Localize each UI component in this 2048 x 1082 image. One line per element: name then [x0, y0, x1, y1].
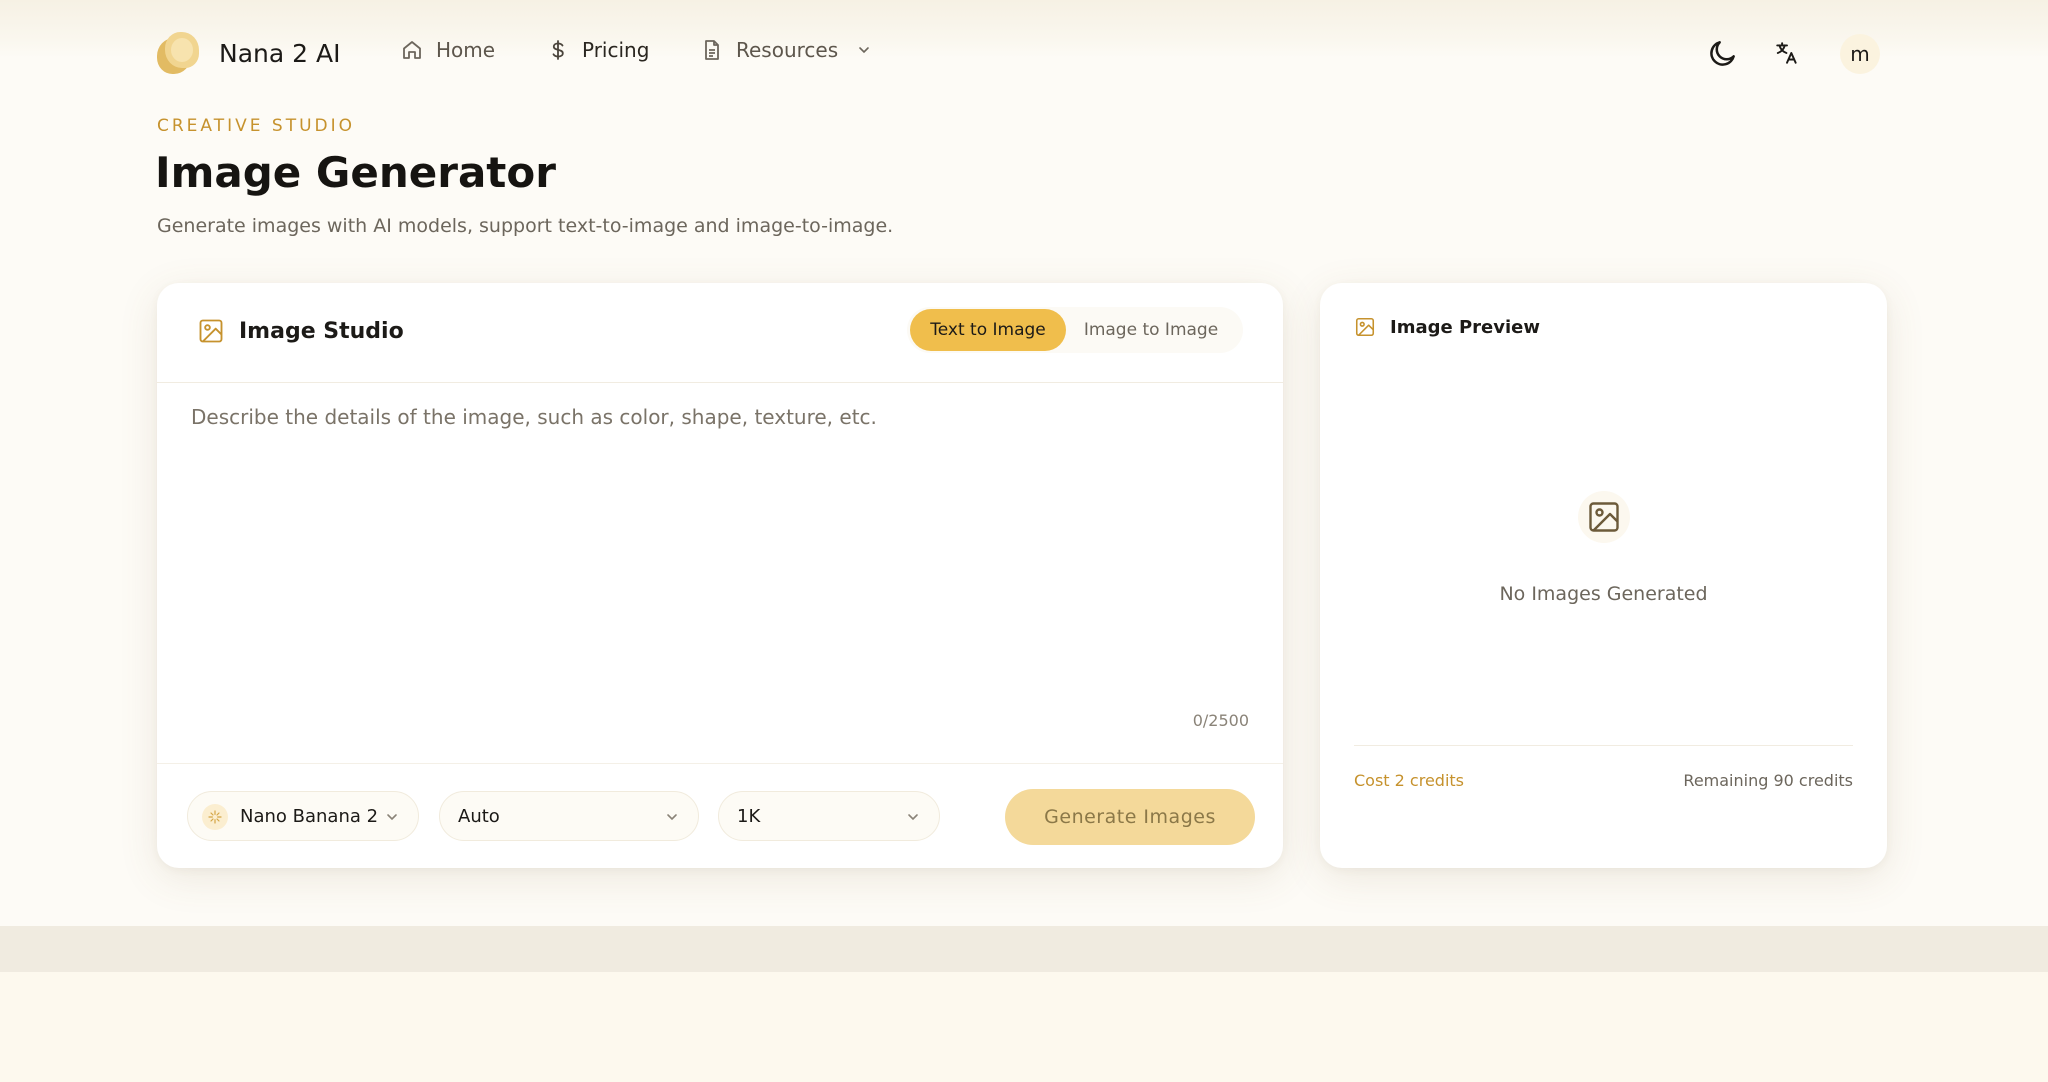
nav-resources-label: Resources — [736, 38, 839, 62]
image-icon — [1355, 317, 1375, 337]
user-avatar[interactable]: m — [1840, 34, 1880, 74]
brand-logo[interactable]: Nana 2 AI — [155, 30, 340, 76]
document-icon — [705, 40, 719, 60]
tab-image-to-image[interactable]: Image to Image — [1066, 309, 1236, 351]
resolution-select[interactable]: 1K — [718, 791, 940, 841]
nav-home-label: Home — [436, 38, 496, 62]
language-button[interactable] — [1770, 36, 1804, 70]
home-icon — [403, 41, 421, 59]
mode-toggle: Text to Image Image to Image — [907, 307, 1243, 353]
studio-header: Image Studio Text to Image Image to Imag… — [157, 283, 1283, 383]
nav-pricing[interactable]: Pricing — [546, 38, 649, 62]
chevron-down-icon — [908, 814, 918, 821]
studio-title-text: Image Studio — [239, 318, 404, 344]
brand-name: Nana 2 AI — [219, 38, 341, 68]
footer-area — [0, 972, 2048, 1082]
theme-toggle-button[interactable] — [1706, 36, 1740, 70]
empty-image-icon — [1578, 491, 1630, 543]
nav-home[interactable]: Home — [400, 38, 495, 62]
empty-state-text: No Images Generated — [1499, 583, 1708, 605]
studio-title: Image Studio — [197, 317, 404, 345]
preview-title-text: Image Preview — [1390, 316, 1540, 338]
character-counter: 0/2500 — [1192, 711, 1249, 730]
chevron-down-icon — [859, 47, 869, 54]
remaining-credits: Remaining 90 credits — [1683, 771, 1853, 790]
page-title: Image Generator — [155, 148, 556, 197]
chevron-down-icon — [667, 814, 677, 821]
aspect-ratio-select[interactable]: Auto — [439, 791, 699, 841]
generate-images-button[interactable]: Generate Images — [1005, 789, 1255, 845]
banana-logo-icon — [155, 30, 201, 76]
preview-title: Image Preview — [1354, 316, 1540, 338]
nav-resources[interactable]: Resources — [700, 38, 872, 62]
image-preview-card: Image Preview No Images Generated Cost 2… — [1320, 283, 1887, 868]
chevron-down-icon — [387, 814, 397, 821]
footer-band — [0, 926, 2048, 972]
prompt-input[interactable] — [191, 405, 1251, 735]
image-studio-card: Image Studio Text to Image Image to Imag… — [157, 283, 1283, 868]
translate-icon — [1776, 42, 1797, 64]
nav-pricing-label: Pricing — [582, 38, 650, 62]
top-navigation: Nana 2 AI Home Pricing Resources m — [0, 0, 2048, 108]
page-subtitle: Generate images with AI models, support … — [157, 215, 894, 237]
image-icon — [199, 319, 223, 343]
resolution-value: 1K — [737, 805, 761, 827]
sparkle-icon — [202, 804, 228, 830]
aspect-ratio-value: Auto — [458, 805, 500, 827]
dollar-icon — [552, 40, 564, 60]
preview-divider — [1354, 745, 1853, 746]
cost-credits: Cost 2 credits — [1354, 771, 1464, 790]
avatar-initial: m — [1850, 42, 1870, 66]
model-select[interactable]: Nano Banana 2 — [187, 791, 419, 841]
moon-icon — [1710, 41, 1735, 66]
tab-text-to-image[interactable]: Text to Image — [910, 309, 1066, 351]
model-select-value: Nano Banana 2 — [240, 805, 379, 827]
page-eyebrow: CREATIVE STUDIO — [157, 116, 356, 136]
